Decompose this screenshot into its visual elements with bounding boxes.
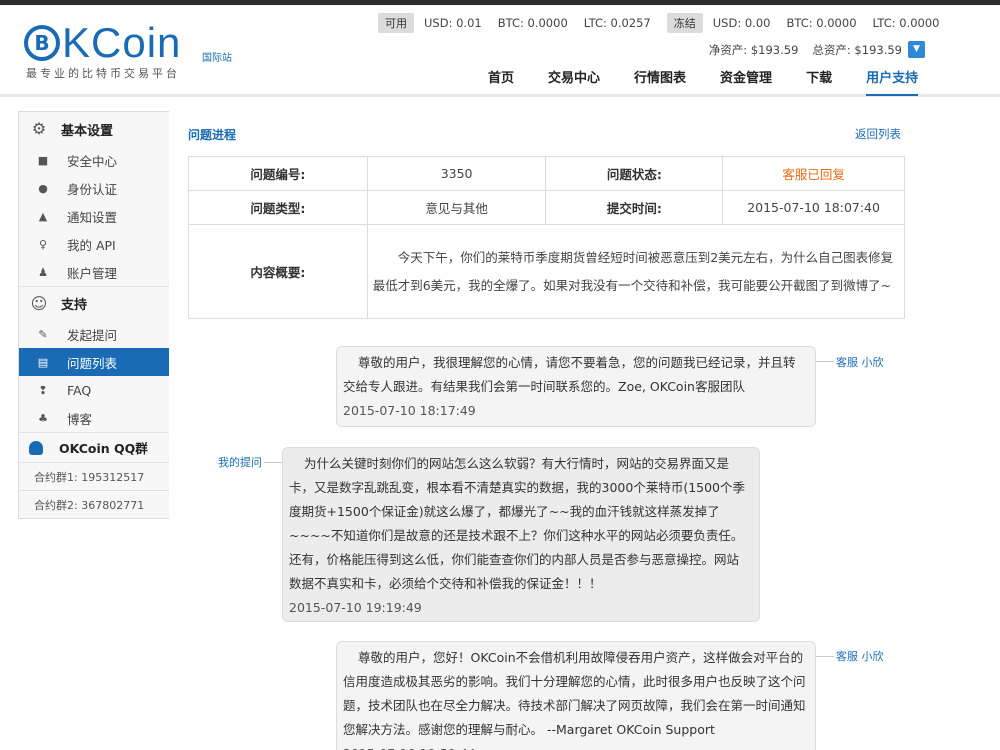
page-title: 问题进程	[188, 128, 237, 142]
sidebar-item-label: 问题列表	[67, 355, 118, 371]
sidebar-item-identity[interactable]: ● 身份认证	[19, 174, 169, 202]
list-icon: ▤	[37, 355, 49, 369]
message-text: 为什么关键时刻你们的网站怎么这么软弱？有大行情时，网站的交易界面又是卡，又是数字…	[289, 456, 746, 591]
sidebar-item-label: 通知设置	[67, 209, 118, 225]
connector-line	[264, 462, 282, 463]
ticket-submit-label: 提交时间:	[545, 190, 724, 225]
sidebar-section-qq: OKCoin QQ群	[19, 432, 169, 462]
sidebar-item-label: 身份认证	[67, 181, 118, 197]
message-time: 2015-07-10 18:17:49	[343, 403, 476, 418]
sidebar-item-faq[interactable]: ❢ FAQ	[19, 376, 169, 404]
sidebar-item-security[interactable]: ■ 安全中心	[19, 146, 169, 174]
sidebar-item-label: FAQ	[67, 382, 92, 398]
logo-text: KCoin	[62, 19, 182, 66]
nav-funds[interactable]: 资金管理	[720, 67, 772, 96]
nav-home[interactable]: 首页	[488, 67, 514, 96]
sidebar-item-blog[interactable]: ♣ 博客	[19, 404, 169, 432]
support-icon: ☺	[30, 293, 48, 313]
gear-icon: ⚙	[31, 119, 47, 138]
site-logo[interactable]: B KCoin 国际站 最专业的比特币交易平台	[24, 19, 232, 91]
sidebar-item-label: 发起提问	[67, 327, 118, 343]
available-usd: USD: 0.01	[424, 16, 482, 30]
account-icon: ♟	[38, 265, 48, 279]
frozen-ltc: LTC: 0.0000	[872, 16, 940, 30]
message-text: 尊敬的用户，我很理解您的心情，请您不要着急，您的问题我已经记录，并且转交给专人跟…	[343, 355, 796, 394]
nav-trade-center[interactable]: 交易中心	[548, 67, 600, 96]
connector-line	[816, 656, 834, 657]
site-header: B KCoin 国际站 最专业的比特币交易平台 可用 USD: 0.01 BTC…	[0, 5, 1000, 97]
qq-group-2: 合约群2: 367802771	[19, 490, 169, 518]
user-icon: ●	[38, 181, 48, 195]
sidebar-section-label: 基本设置	[61, 123, 114, 139]
ticket-id-label: 问题编号:	[188, 156, 368, 191]
sidebar-section-label: OKCoin QQ群	[59, 441, 148, 456]
lock-icon: ■	[37, 153, 49, 167]
connector-line	[816, 361, 834, 362]
my-question-tag: 我的提问	[218, 456, 262, 469]
sidebar-item-label: 账户管理	[67, 265, 118, 281]
available-btc: BTC: 0.0000	[497, 16, 568, 30]
table-row: 内容概要: 今天下午，你们的莱特币季度期货曾经短时间被恶意压到2美元左右，为什么…	[188, 224, 906, 319]
bitcoin-logo-icon: B	[24, 25, 60, 61]
total-assets: 总资产: $193.59	[812, 43, 902, 57]
site-slogan: 最专业的比特币交易平台	[26, 67, 180, 80]
asset-summary: 净资产: $193.59 总资产: $193.59	[695, 42, 902, 58]
international-site-link[interactable]: 国际站	[202, 49, 232, 64]
available-ltc: LTC: 0.0257	[583, 16, 651, 30]
table-row: 问题编号: 3350 问题状态: 客服已回复	[188, 156, 905, 191]
support-reply-bubble: 尊敬的用户，我很理解您的心情，请您不要着急，您的问题我已经记录，并且转交给专人跟…	[336, 346, 816, 427]
frozen-usd: USD: 0.00	[712, 16, 771, 30]
ticket-status-label: 问题状态:	[545, 156, 724, 191]
ticket-status-value: 客服已回复	[722, 156, 905, 191]
support-agent-tag: 客服 小欣	[836, 356, 884, 369]
nav-download[interactable]: 下载	[806, 67, 832, 96]
frozen-chip: 冻结	[666, 13, 703, 33]
back-to-list-link[interactable]: 返回列表	[855, 126, 901, 142]
message-text: 尊敬的用户，您好！OKCoin不会借机利用故障侵吞用户资产，这样做会对平台的信用…	[343, 650, 806, 737]
ticket-type-label: 问题类型:	[188, 190, 368, 225]
sidebar: ⚙ 基本设置 ■ 安全中心 ● 身份认证 ▲ 通知设置 ♀ 我的 API ♟ 账…	[18, 111, 169, 519]
message-time: 2015-07-10 19:19:49	[289, 600, 422, 615]
sidebar-item-notifications[interactable]: ▲ 通知设置	[19, 202, 169, 230]
sidebar-item-label: 博客	[67, 411, 93, 427]
nav-charts[interactable]: 行情图表	[634, 67, 686, 96]
qq-icon	[29, 440, 43, 455]
sidebar-item-label: 我的 API	[67, 237, 116, 253]
warning-icon: ▲	[38, 209, 48, 223]
user-question-bubble: 为什么关键时刻你们的网站怎么这么软弱？有大行情时，网站的交易界面又是卡，又是数字…	[282, 447, 760, 622]
ticket-submit-value: 2015-07-10 18:07:40	[722, 190, 905, 225]
sidebar-item-account[interactable]: ♟ 账户管理	[19, 258, 169, 286]
ticket-content-value: 今天下午，你们的莱特币季度期货曾经短时间被恶意压到2美元左右，为什么自己图表修复…	[366, 224, 906, 319]
sidebar-section-basic: ⚙ 基本设置	[19, 112, 169, 146]
main-nav: 首页 交易中心 行情图表 资金管理 下载 用户支持	[488, 67, 952, 96]
account-dropdown-icon[interactable]: ▼	[908, 41, 925, 58]
blog-icon: ♣	[38, 411, 48, 425]
sidebar-section-support: ☺ 支持	[19, 286, 169, 320]
table-row: 问题类型: 意见与其他 提交时间: 2015-07-10 18:07:40	[188, 190, 905, 225]
net-assets: 净资产: $193.59	[708, 43, 799, 57]
message-time: 2015-07-10 19:59:44	[343, 742, 807, 750]
support-reply-bubble: 尊敬的用户，您好！OKCoin不会借机利用故障侵吞用户资产，这样做会对平台的信用…	[336, 641, 816, 750]
balance-bar: 可用 USD: 0.01 BTC: 0.0000 LTC: 0.0257 冻结 …	[378, 12, 940, 34]
sidebar-section-label: 支持	[61, 298, 88, 313]
available-chip: 可用	[378, 13, 414, 33]
sidebar-item-question-list[interactable]: ▤ 问题列表	[19, 348, 169, 376]
frozen-btc: BTC: 0.0000	[786, 16, 857, 30]
sidebar-item-label: 安全中心	[67, 153, 118, 169]
faq-icon: ❢	[38, 383, 48, 397]
key-icon: ♀	[38, 237, 48, 251]
edit-icon: ✎	[38, 327, 48, 341]
ticket-id-value: 3350	[366, 156, 547, 191]
sidebar-item-api[interactable]: ♀ 我的 API	[19, 230, 169, 258]
ticket-info-table: 问题编号: 3350 问题状态: 客服已回复 问题类型: 意见与其他 提交时间:…	[188, 156, 906, 319]
support-agent-tag: 客服 小欣	[836, 650, 884, 663]
nav-user-support[interactable]: 用户支持	[866, 67, 919, 96]
sidebar-item-new-question[interactable]: ✎ 发起提问	[19, 320, 169, 348]
ticket-type-value: 意见与其他	[366, 190, 547, 225]
ticket-content-label: 内容概要:	[188, 224, 368, 319]
qq-group-1: 合约群1: 195312517	[19, 462, 169, 490]
